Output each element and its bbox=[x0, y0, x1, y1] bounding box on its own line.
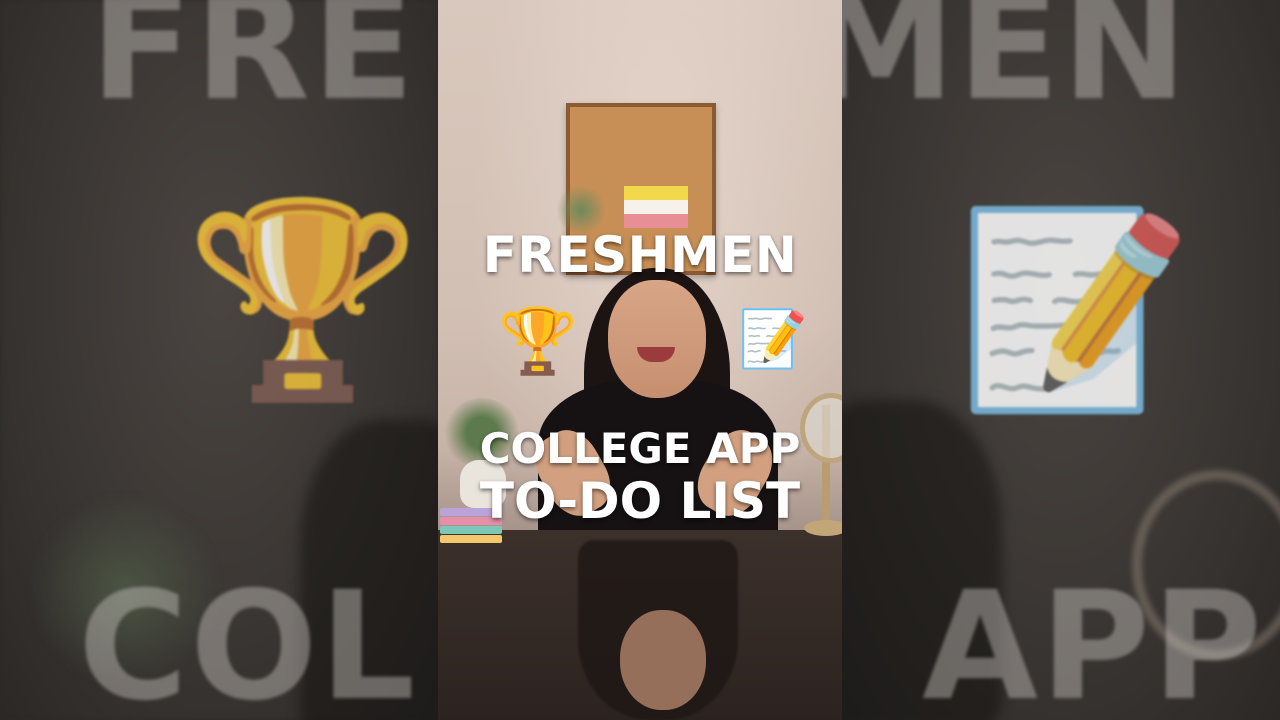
video-frame-container: FRE COL 🏆 FRESHMEN APP 📝 bbox=[0, 0, 1280, 720]
blurred-background-right: FRESHMEN APP 📝 bbox=[842, 0, 1280, 720]
blurred-title-text: FRE bbox=[90, 0, 417, 134]
trophy-icon: 🏆 bbox=[498, 305, 578, 379]
notebook-stripe bbox=[624, 186, 688, 200]
notebook bbox=[624, 186, 688, 228]
caption-subtitle-line2: TO-DO LIST bbox=[479, 472, 801, 530]
memo-icon: 📝 bbox=[738, 307, 808, 372]
memo-icon: 📝 bbox=[957, 199, 1194, 420]
notebook-stripe bbox=[624, 200, 688, 214]
sticky-note bbox=[440, 535, 502, 543]
person-face bbox=[608, 280, 706, 398]
trophy-icon: 🏆 bbox=[185, 189, 422, 410]
caption-title: FRESHMEN bbox=[482, 226, 798, 284]
caption-subtitle-line1: COLLEGE APP bbox=[479, 424, 801, 473]
reflection-face bbox=[620, 610, 706, 710]
video-content[interactable]: FRESHMEN 🏆 📝 COLLEGE APP TO-DO LIST bbox=[438, 0, 842, 720]
blurred-subtitle-text: COL bbox=[78, 560, 418, 720]
blurred-title-text: FRESHMEN bbox=[842, 0, 1190, 134]
blurred-subtitle-text: APP bbox=[922, 560, 1264, 720]
blurred-background-left: FRE COL 🏆 bbox=[0, 0, 438, 720]
